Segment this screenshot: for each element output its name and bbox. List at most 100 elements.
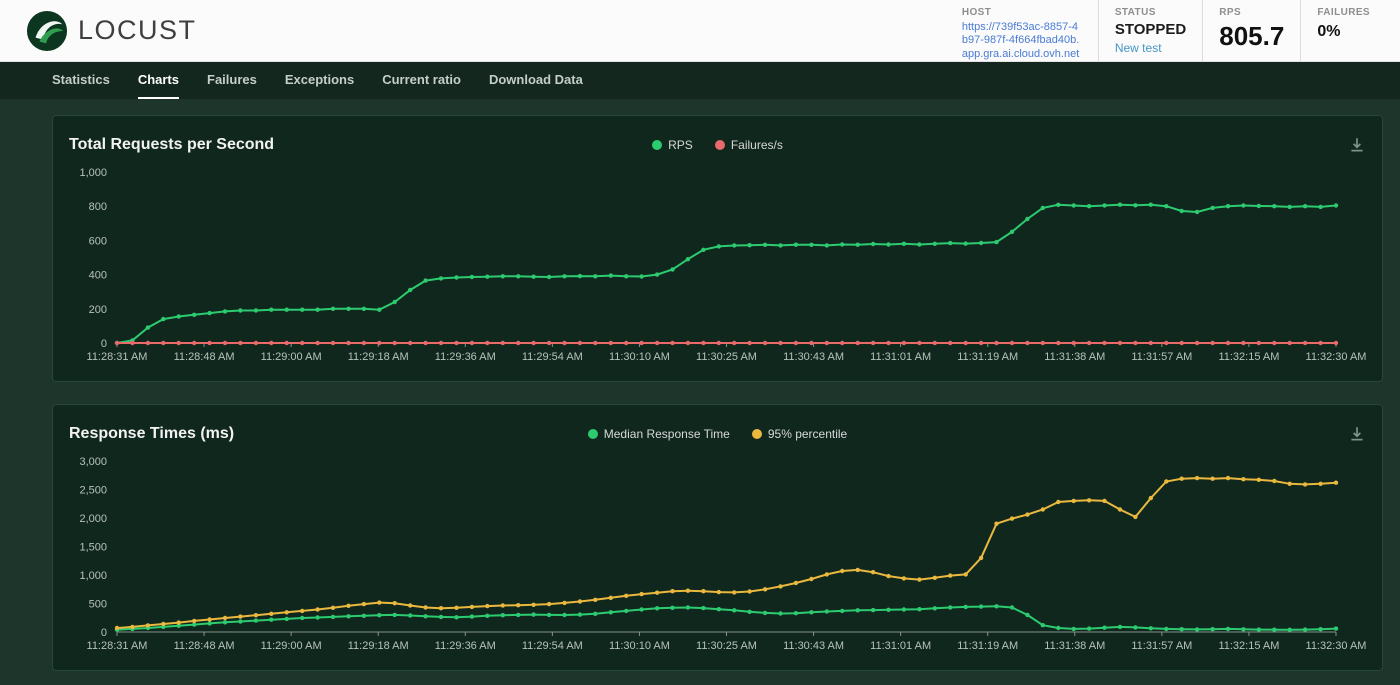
data-point <box>1025 512 1029 516</box>
data-point <box>1072 203 1076 207</box>
data-point <box>948 241 952 245</box>
data-point <box>1010 230 1014 234</box>
data-point <box>840 609 844 613</box>
data-point <box>1149 341 1153 345</box>
data-point <box>1164 627 1168 631</box>
tab-statistics[interactable]: Statistics <box>52 62 110 99</box>
new-test-link[interactable]: New test <box>1115 41 1162 55</box>
data-point <box>794 581 798 585</box>
tab-failures[interactable]: Failures <box>207 62 257 99</box>
data-point <box>1303 482 1307 486</box>
legend-item-failures-s[interactable]: Failures/s <box>715 138 783 152</box>
data-point <box>886 341 890 345</box>
data-point <box>285 617 289 621</box>
download-icon[interactable] <box>1348 425 1366 443</box>
data-point <box>1087 498 1091 502</box>
y-tick-label: 0 <box>101 627 107 639</box>
data-point <box>1149 496 1153 500</box>
y-tick-label: 2,000 <box>79 513 107 525</box>
data-point <box>1303 204 1307 208</box>
data-point <box>871 570 875 574</box>
data-point <box>886 574 890 578</box>
data-point <box>254 341 258 345</box>
data-point <box>1241 341 1245 345</box>
data-point <box>516 603 520 607</box>
data-point <box>701 606 705 610</box>
data-point <box>1102 626 1106 630</box>
data-point <box>886 608 890 612</box>
data-point <box>1180 627 1184 631</box>
data-point <box>393 300 397 304</box>
data-point <box>547 341 551 345</box>
data-point <box>639 607 643 611</box>
data-point <box>964 341 968 345</box>
response-times-chart[interactable]: 05001,0001,5002,0002,5003,00011:28:31 AM… <box>69 451 1366 658</box>
tab-current-ratio[interactable]: Current ratio <box>382 62 461 99</box>
host-label: HOST <box>962 7 1082 18</box>
data-point <box>747 610 751 614</box>
data-point <box>562 341 566 345</box>
data-point <box>130 341 134 345</box>
data-point <box>315 308 319 312</box>
data-point <box>917 577 921 581</box>
y-tick-label: 200 <box>89 304 107 316</box>
data-point <box>130 625 134 629</box>
data-point <box>933 576 937 580</box>
legend-label: RPS <box>668 138 693 152</box>
data-point <box>516 274 520 278</box>
data-point <box>670 606 674 610</box>
x-tick-label: 11:30:43 AM <box>783 351 844 363</box>
legend-item-median-response-time[interactable]: Median Response Time <box>588 427 730 441</box>
download-icon[interactable] <box>1348 136 1366 154</box>
data-point <box>732 608 736 612</box>
data-point <box>994 522 998 526</box>
x-tick-label: 11:30:10 AM <box>609 351 670 363</box>
data-point <box>994 240 998 244</box>
data-point <box>655 606 659 610</box>
data-point <box>1180 341 1184 345</box>
legend-item-95-percentile[interactable]: 95% percentile <box>752 427 847 441</box>
data-point <box>994 604 998 608</box>
data-point <box>609 596 613 600</box>
host-url-link[interactable]: https://739f53ac-8857-4b97-987f-4f664fba… <box>962 21 1082 61</box>
data-point <box>778 584 782 588</box>
data-point <box>161 622 165 626</box>
data-point <box>1041 206 1045 210</box>
data-point <box>763 611 767 615</box>
data-point <box>300 308 304 312</box>
x-tick-label: 11:29:36 AM <box>435 640 496 652</box>
data-point <box>531 275 535 279</box>
data-point <box>902 341 906 345</box>
locust-logo[interactable]: LOCUST <box>26 10 197 52</box>
data-point <box>177 341 181 345</box>
data-point <box>902 607 906 611</box>
data-point <box>1334 481 1338 485</box>
tab-download-data[interactable]: Download Data <box>489 62 583 99</box>
data-point <box>1272 341 1276 345</box>
data-point <box>1318 482 1322 486</box>
x-tick-label: 11:29:18 AM <box>348 640 409 652</box>
data-point <box>624 341 628 345</box>
data-point <box>223 341 227 345</box>
data-point <box>917 607 921 611</box>
legend-dot-icon <box>715 140 725 150</box>
x-tick-label: 11:31:38 AM <box>1044 351 1105 363</box>
tab-charts[interactable]: Charts <box>138 62 179 99</box>
data-point <box>1149 626 1153 630</box>
data-point <box>1288 628 1292 632</box>
data-point <box>238 619 242 623</box>
data-point <box>732 341 736 345</box>
data-point <box>562 601 566 605</box>
data-point <box>609 610 613 614</box>
data-point <box>1195 210 1199 214</box>
failures-label: FAILURES <box>1317 7 1370 18</box>
legend-item-rps[interactable]: RPS <box>652 138 693 152</box>
failures-block: FAILURES 0% <box>1300 0 1386 61</box>
y-tick-label: 800 <box>89 201 107 213</box>
data-point <box>1334 626 1338 630</box>
data-point <box>964 572 968 576</box>
tab-exceptions[interactable]: Exceptions <box>285 62 354 99</box>
x-tick-label: 11:30:10 AM <box>609 640 670 652</box>
rps-chart[interactable]: 02004006008001,00011:28:31 AM11:28:48 AM… <box>69 162 1366 369</box>
data-point <box>1210 627 1214 631</box>
